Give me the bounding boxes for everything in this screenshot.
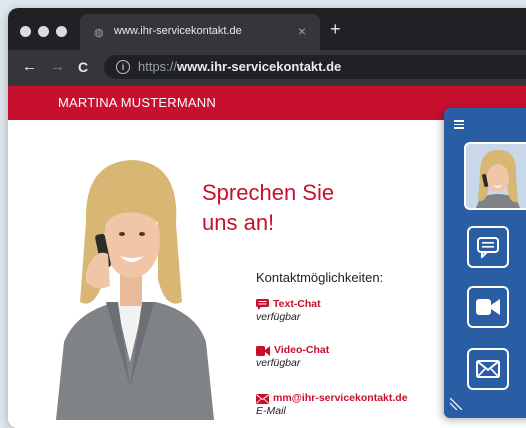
browser-toolbar: ← → C i https://www.ihr-servicekontakt.d… — [8, 50, 526, 86]
email-link[interactable]: mm@ihr-servicekontakt.de — [273, 392, 408, 405]
contact-video-chat[interactable]: Video-Chat verfügbar — [256, 344, 329, 370]
video-chat-status: verfügbar — [256, 357, 301, 369]
menu-icon[interactable] — [454, 120, 464, 131]
headline-line-1: Sprechen Sie — [202, 180, 335, 205]
tab-title: www.ihr-servicekontakt.de — [114, 25, 242, 37]
headline-line-2: uns an! — [202, 210, 275, 235]
contact-email[interactable]: mm@ihr-servicekontakt.de E-Mail — [256, 392, 408, 418]
owner-name: MARTINA MUSTERMANN — [58, 95, 216, 110]
tab-strip: ◍ www.ihr-servicekontakt.de × + — [8, 8, 526, 50]
text-chat-status: verfügbar — [256, 311, 301, 323]
url-host: www.ihr-servicekontakt.de — [177, 59, 342, 74]
resize-handle-icon[interactable] — [450, 398, 462, 410]
avatar-photo — [466, 144, 526, 208]
browser-window: ◍ www.ihr-servicekontakt.de × + ← → C i … — [8, 8, 526, 428]
contact-person-photo — [56, 160, 214, 420]
video-icon — [476, 299, 500, 315]
window-maximize-dot[interactable] — [56, 26, 67, 37]
mail-icon — [256, 393, 269, 404]
tab-close-icon[interactable]: × — [298, 23, 306, 39]
avatar — [464, 142, 526, 210]
panel-mail-button[interactable] — [467, 348, 509, 390]
reload-button[interactable]: C — [78, 59, 88, 75]
contact-options-title: Kontaktmöglichkeiten: — [256, 270, 384, 285]
panel-video-button[interactable] — [467, 286, 509, 328]
back-button[interactable]: ← — [22, 58, 37, 75]
url-text: https://www.ihr-servicekontakt.de — [138, 59, 341, 74]
video-chat-label[interactable]: Video-Chat — [274, 344, 329, 357]
headline: Sprechen Sie uns an! — [202, 178, 334, 238]
mail-icon — [476, 360, 500, 378]
contact-text-chat[interactable]: Text-Chat verfügbar — [256, 298, 321, 324]
browser-tab[interactable]: ◍ www.ihr-servicekontakt.de × — [80, 14, 320, 50]
chat-icon — [256, 299, 269, 310]
panel-chat-button[interactable] — [467, 226, 509, 268]
forward-button[interactable]: → — [50, 58, 65, 75]
email-status: E-Mail — [256, 405, 286, 417]
globe-icon: ◍ — [94, 27, 104, 39]
address-bar[interactable]: i https://www.ihr-servicekontakt.de — [104, 55, 526, 79]
chat-icon — [477, 237, 499, 258]
video-icon — [256, 345, 270, 356]
window-minimize-dot[interactable] — [38, 26, 49, 37]
contact-widget-panel — [444, 108, 526, 418]
text-chat-label[interactable]: Text-Chat — [273, 298, 321, 311]
info-icon[interactable]: i — [116, 60, 130, 74]
url-scheme: https:// — [138, 59, 178, 74]
window-close-dot[interactable] — [20, 26, 31, 37]
new-tab-button[interactable]: + — [330, 19, 341, 40]
